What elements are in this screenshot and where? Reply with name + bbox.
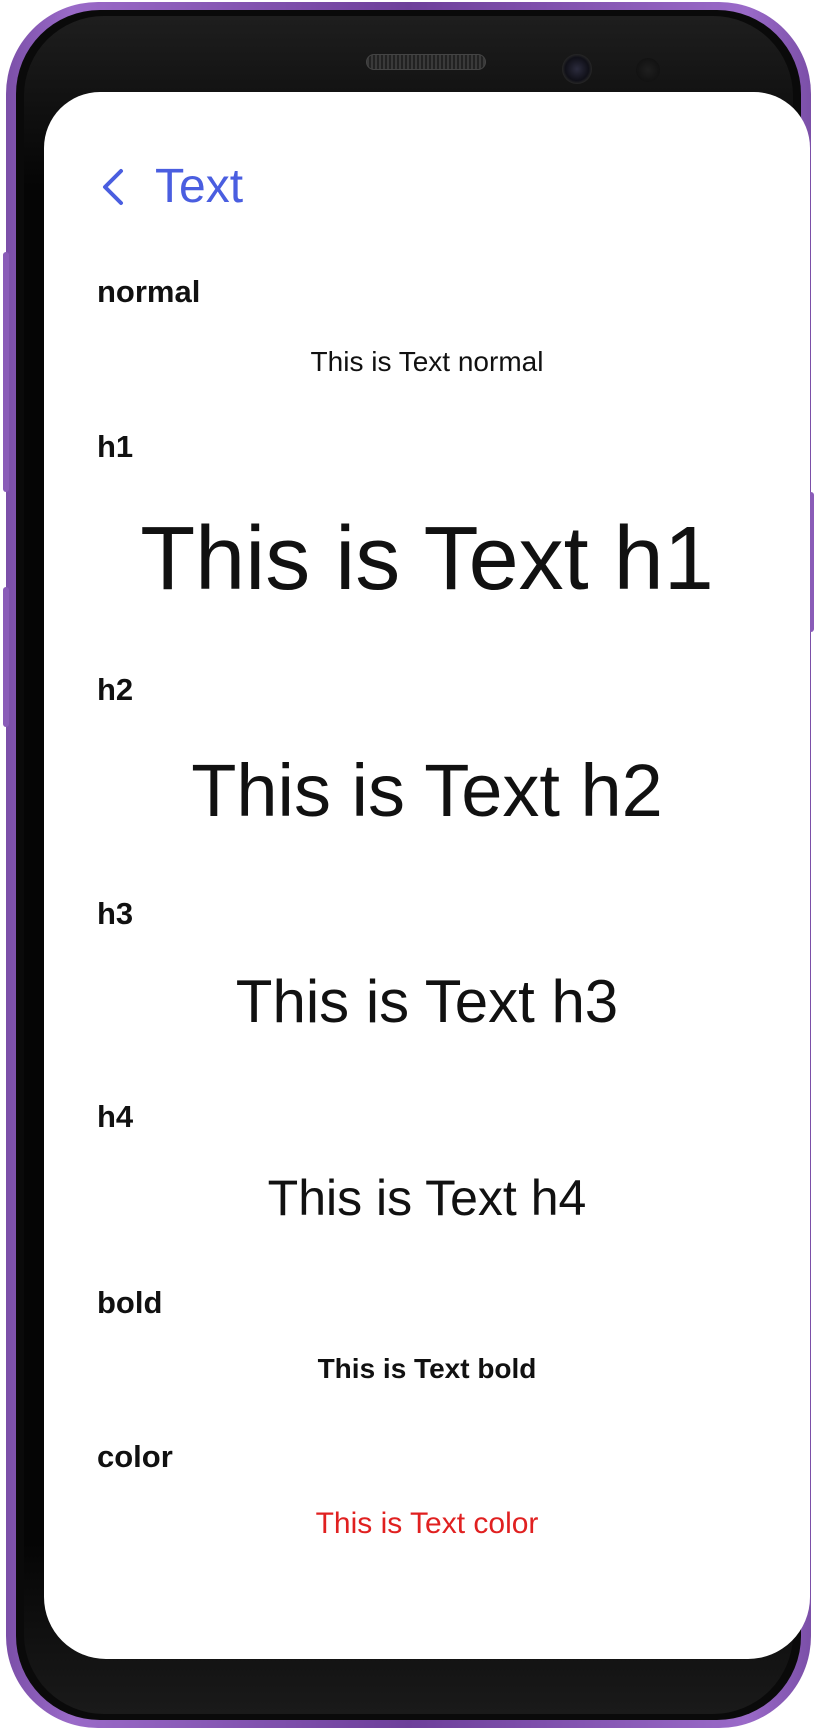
section-label-normal: normal (97, 274, 201, 309)
proximity-sensor (636, 58, 660, 82)
sample-text-normal: This is Text normal (310, 346, 544, 377)
sample-text-h3: This is Text h3 (235, 968, 619, 1035)
phone-bezel: Text normal This is Text normal h1 This … (16, 10, 810, 1720)
back-button[interactable]: Text (101, 163, 243, 211)
section-label-h4: h4 (97, 1099, 134, 1134)
bixby-button (3, 587, 9, 727)
section-label-bold: bold (97, 1285, 163, 1320)
sample-text-color: This is Text color (315, 1507, 539, 1540)
page-title: Text (155, 160, 244, 213)
nav-header: Text (44, 152, 243, 222)
sample-text-bold: This is Text bold (317, 1353, 537, 1384)
section-label-h2: h2 (97, 672, 134, 707)
sample-text-h1: This is Text h1 (140, 509, 714, 609)
earpiece-speaker (366, 54, 486, 70)
sample-text-h2: This is Text h2 (191, 749, 663, 832)
section-label-h3: h3 (97, 896, 134, 931)
section-label-color: color (97, 1439, 173, 1474)
front-camera (562, 54, 592, 84)
phone-frame: Text normal This is Text normal h1 This … (3, 2, 814, 1728)
section-label-h1: h1 (97, 429, 134, 464)
chevron-left-icon[interactable] (101, 167, 125, 207)
sample-text-h4: This is Text h4 (267, 1170, 587, 1226)
volume-button (3, 252, 9, 492)
app-screen: Text normal This is Text normal h1 This … (44, 92, 810, 1659)
page: Text normal This is Text normal h1 This … (0, 0, 819, 1730)
